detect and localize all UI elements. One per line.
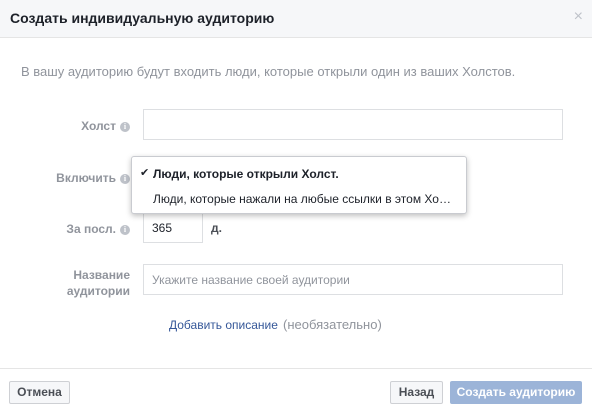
- canvas-label-row: Холст i: [60, 119, 130, 133]
- audience-name-label-line1: Название: [73, 268, 130, 282]
- period-label: За посл.: [66, 222, 116, 236]
- audience-name-label: Название аудитории: [40, 267, 130, 299]
- dialog-header: Создать индивидуальную аудиторию ×: [0, 0, 592, 38]
- include-option-label: Люди, которые нажали на любые ссылки в э…: [153, 192, 451, 206]
- period-unit: д.: [211, 221, 222, 235]
- include-label-row: Включить i: [40, 171, 130, 185]
- info-icon[interactable]: i: [120, 225, 130, 235]
- checkmark-icon: ✔: [140, 167, 150, 179]
- create-audience-button[interactable]: Создать аудиторию: [450, 381, 582, 404]
- info-icon[interactable]: i: [120, 174, 130, 184]
- period-days-input[interactable]: [143, 212, 203, 243]
- intro-text: В вашу аудиторию будут входить люди, кот…: [21, 64, 516, 79]
- period-label-row: За посл. i: [50, 222, 130, 236]
- back-button[interactable]: Назад: [390, 381, 443, 404]
- info-icon[interactable]: i: [120, 122, 130, 132]
- canvas-select-field[interactable]: [143, 109, 563, 140]
- dialog-title: Создать индивидуальную аудиторию: [10, 10, 275, 26]
- include-option-clicked-links[interactable]: Люди, которые нажали на любые ссылки в э…: [132, 187, 466, 209]
- audience-name-label-line2: аудитории: [66, 284, 130, 298]
- include-option-opened[interactable]: ✔ Люди, которые открыли Холст.: [132, 162, 466, 184]
- optional-note: (необязательно): [283, 317, 382, 332]
- include-dropdown-menu: ✔ Люди, которые открыли Холст. Люди, кот…: [131, 156, 467, 214]
- include-option-label: Люди, которые открыли Холст.: [153, 167, 339, 181]
- audience-name-input[interactable]: [143, 264, 563, 295]
- footer-divider: [0, 368, 592, 369]
- add-description-link[interactable]: Добавить описание: [169, 318, 278, 332]
- cancel-button[interactable]: Отмена: [9, 381, 70, 404]
- canvas-label: Холст: [81, 119, 116, 133]
- close-icon[interactable]: ×: [574, 9, 583, 25]
- include-label: Включить: [56, 171, 116, 185]
